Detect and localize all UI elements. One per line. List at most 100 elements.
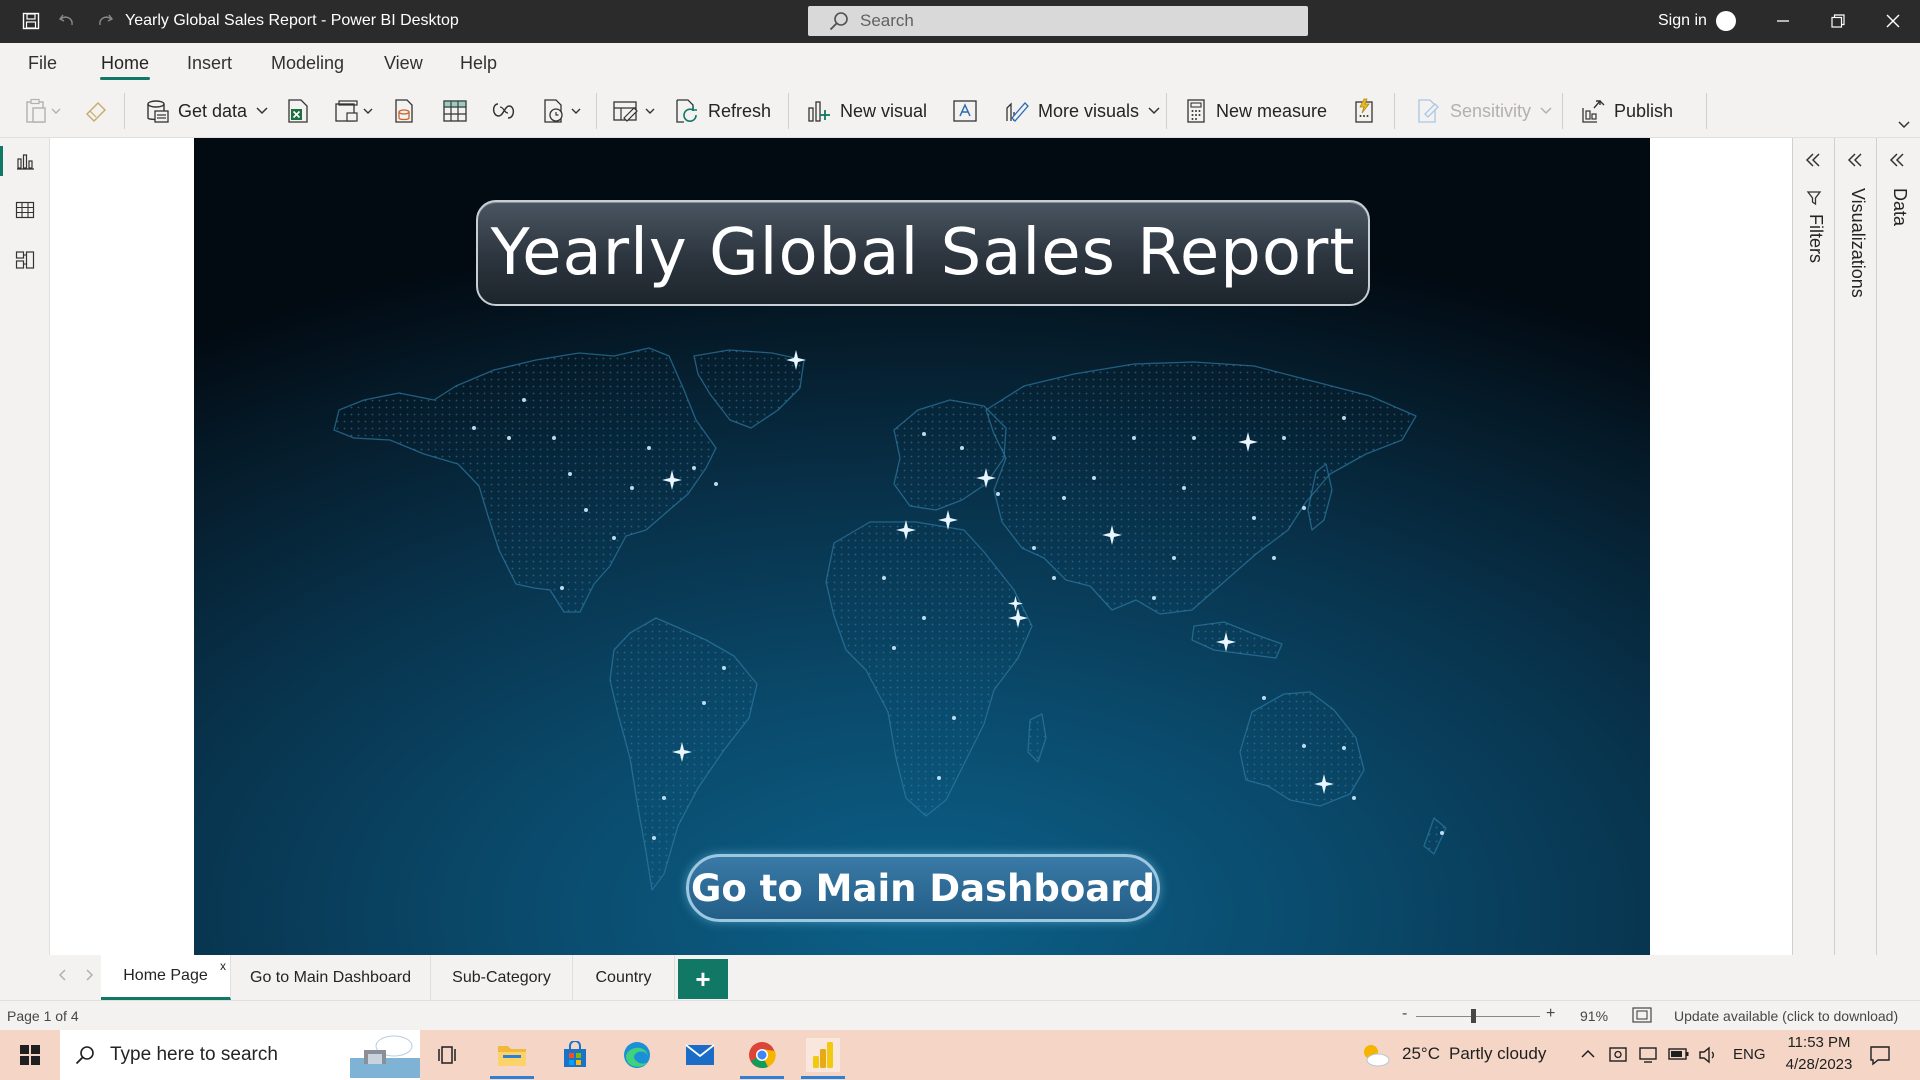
filters-pane-collapsed[interactable]: Filters	[1792, 138, 1832, 955]
chevron-down-icon	[256, 107, 268, 115]
store-icon[interactable]	[558, 1038, 592, 1072]
onelake-data-hub-button[interactable]	[334, 97, 378, 125]
excel-workbook-button[interactable]	[286, 97, 310, 125]
get-data-button[interactable]: Get data	[146, 97, 271, 125]
undo-icon[interactable]	[56, 10, 78, 32]
greenland-shape	[693, 349, 805, 429]
update-available-link[interactable]: Update available (click to download)	[1674, 1008, 1898, 1024]
clock-date[interactable]: 4/28/2023	[1776, 1056, 1862, 1073]
tab-country[interactable]: Country	[573, 955, 675, 1000]
menu-view[interactable]: View	[384, 53, 423, 74]
tab-sub-category[interactable]: Sub-Category	[431, 955, 573, 1000]
save-icon[interactable]	[20, 10, 42, 32]
zoom-level[interactable]: 91%	[1580, 1008, 1608, 1024]
weather-description[interactable]: Partly cloudy	[1449, 1044, 1546, 1064]
windows-start-icon[interactable]	[13, 1038, 47, 1072]
new-measure-icon	[1187, 99, 1205, 123]
taskbar-search-placeholder: Type here to search	[110, 1044, 278, 1065]
add-page-button[interactable]: +	[678, 959, 728, 999]
volume-icon[interactable]	[1698, 1045, 1718, 1070]
tab-home-page[interactable]: Home Page x	[101, 955, 231, 1000]
table-view-icon[interactable]	[14, 199, 36, 221]
filters-label: Filters	[1806, 214, 1826, 263]
ribbon-separator	[1394, 93, 1395, 129]
zoom-slider-track[interactable]	[1416, 1016, 1540, 1017]
visualizations-pane-collapsed[interactable]: Visualizations	[1834, 138, 1874, 955]
search-placeholder: Search	[860, 11, 914, 30]
recent-sources-button[interactable]	[542, 97, 586, 125]
publish-icon	[1582, 99, 1605, 123]
ribbon-separator	[1706, 93, 1707, 129]
transform-data-button[interactable]	[612, 97, 660, 125]
zoom-in-button[interactable]: +	[1546, 1005, 1555, 1023]
paste-button[interactable]	[24, 97, 64, 125]
report-title-card: Yearly Global Sales Report	[476, 200, 1370, 306]
windows-taskbar: Type here to search 25°C Partly cloudy E…	[0, 1030, 1920, 1080]
data-pane-collapsed[interactable]: Data	[1876, 138, 1916, 955]
refresh-icon	[676, 99, 697, 123]
quick-measure-icon	[1355, 98, 1373, 123]
refresh-button[interactable]: Refresh	[674, 97, 771, 125]
menu-file[interactable]: File	[28, 53, 57, 74]
ribbon-separator	[1562, 93, 1563, 129]
edge-icon[interactable]	[620, 1038, 654, 1072]
tab-go-to-main-dashboard[interactable]: Go to Main Dashboard	[231, 955, 431, 1000]
avatar[interactable]	[1716, 11, 1736, 31]
model-view-icon[interactable]	[14, 249, 36, 271]
zoom-out-button[interactable]: -	[1402, 1005, 1407, 1023]
language-indicator[interactable]: ENG	[1733, 1046, 1766, 1063]
running-app-indicator	[490, 1076, 534, 1079]
task-view-icon[interactable]	[432, 1038, 466, 1072]
dataverse-button[interactable]	[490, 97, 518, 125]
data-label: Data	[1890, 188, 1910, 227]
minimize-icon[interactable]	[1770, 8, 1796, 34]
go-to-main-dashboard-button[interactable]: Go to Main Dashboard	[686, 854, 1160, 922]
weather-temperature[interactable]: 25°C	[1402, 1044, 1440, 1064]
format-painter-button[interactable]	[84, 97, 110, 125]
more-visuals-button[interactable]: More visuals	[1004, 97, 1163, 125]
battery-icon[interactable]	[1668, 1046, 1690, 1067]
publish-button[interactable]: Publish	[1580, 97, 1673, 125]
menu-modeling[interactable]: Modeling	[271, 53, 344, 74]
north-america-shape	[333, 347, 717, 613]
tab-sub-category-label: Sub-Category	[452, 968, 551, 986]
new-measure-button[interactable]: New measure	[1184, 97, 1327, 125]
file-explorer-icon[interactable]	[495, 1038, 529, 1072]
search-icon	[829, 12, 848, 31]
notification-icon[interactable]	[1868, 1043, 1892, 1072]
ribbon-collapse-button[interactable]	[1896, 111, 1912, 139]
clock-time[interactable]: 11:53 PM	[1782, 1034, 1856, 1051]
restore-icon[interactable]	[1825, 8, 1851, 34]
ribbon-separator	[124, 93, 125, 129]
onelake-icon	[335, 100, 373, 122]
close-icon[interactable]	[1880, 8, 1906, 34]
search-input[interactable]: Search	[808, 6, 1308, 36]
taskbar-search-input[interactable]: Type here to search	[60, 1030, 420, 1080]
network-icon[interactable]	[1638, 1045, 1658, 1070]
power-bi-icon[interactable]	[806, 1038, 840, 1072]
chevron-up-icon[interactable]	[1580, 1046, 1596, 1066]
sql-server-button[interactable]	[393, 97, 415, 125]
menu-insert[interactable]: Insert	[187, 53, 232, 74]
menu-bar: File Home Insert Modeling View Help	[0, 43, 1920, 83]
previous-page-arrow[interactable]	[58, 968, 68, 985]
sensitivity-button[interactable]: Sensitivity	[1416, 97, 1555, 125]
get-data-label: Get data	[178, 100, 248, 121]
zoom-slider-thumb[interactable]	[1471, 1009, 1476, 1023]
sign-in-link[interactable]: Sign in	[1658, 12, 1707, 30]
fit-to-page-icon[interactable]	[1632, 1007, 1652, 1026]
new-visual-button[interactable]: New visual	[806, 97, 927, 125]
text-box-button[interactable]	[952, 97, 978, 125]
weather-icon[interactable]	[1358, 1038, 1392, 1072]
report-view-icon[interactable]	[14, 150, 36, 172]
security-icon[interactable]	[1608, 1045, 1628, 1070]
quick-measure-button[interactable]	[1352, 97, 1376, 125]
redo-icon[interactable]	[94, 10, 116, 32]
close-tab-icon[interactable]: x	[220, 959, 226, 973]
next-page-arrow[interactable]	[84, 968, 94, 985]
enter-data-button[interactable]	[442, 97, 468, 125]
chrome-icon[interactable]	[745, 1038, 779, 1072]
mail-icon[interactable]	[683, 1038, 717, 1072]
menu-home[interactable]: Home	[101, 53, 149, 74]
menu-help[interactable]: Help	[460, 53, 497, 74]
